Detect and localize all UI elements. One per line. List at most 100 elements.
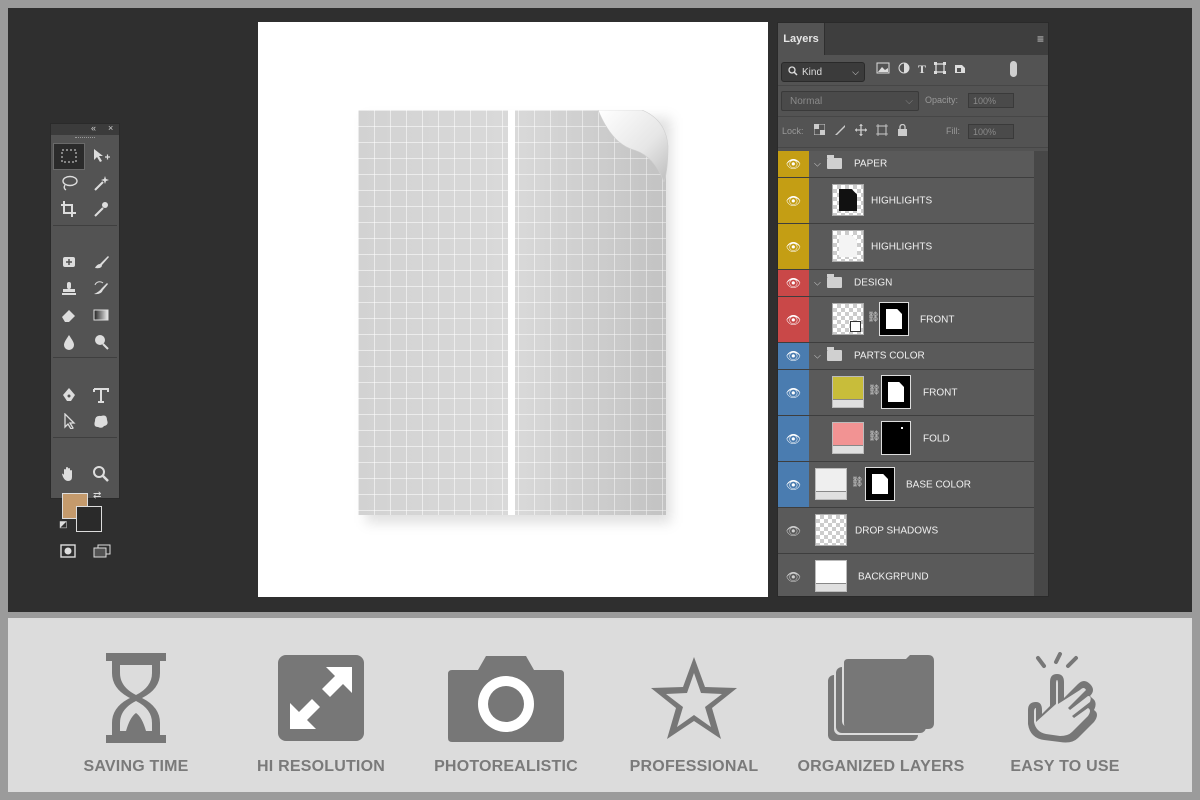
custom-shape-icon[interactable] [85, 408, 117, 435]
layers-panel: Layers ≡ Kind ⌵ T Normal ⌵ Opacity: 100% [777, 22, 1049, 597]
default-colors-icon[interactable]: ◩ [59, 519, 68, 530]
layer-group-paper[interactable]: 👁 ⌵ PAPER [778, 151, 1034, 178]
layer-highlights-light[interactable]: 👁 HIGHLIGHTS [778, 224, 1034, 270]
gradient-tool-icon[interactable] [85, 302, 117, 329]
chevron-down-icon[interactable]: ⌵ [814, 351, 821, 362]
link-icon[interactable]: ⛓ [851, 477, 864, 488]
visibility-eye-icon[interactable]: 👁 [778, 270, 809, 296]
lock-position-icon[interactable] [855, 124, 867, 139]
image-filter-icon[interactable] [876, 62, 890, 77]
layer-name: DESIGN [854, 277, 893, 289]
hand-icon [1028, 652, 1097, 743]
fill-field[interactable]: 100% [968, 124, 1014, 139]
layer-group-design[interactable]: 👁 ⌵ DESIGN [778, 270, 1034, 297]
layer-background[interactable]: 👁 BACKGRPUND [778, 554, 1034, 596]
type-tool-icon[interactable] [85, 382, 117, 409]
link-icon[interactable]: ⛓ [868, 431, 881, 442]
layers-tab[interactable]: Layers [778, 23, 825, 55]
layer-highlights-dark[interactable]: 👁 HIGHLIGHTS [778, 178, 1034, 224]
feature-easy-to-use: EASY TO USE [965, 652, 1165, 776]
document-canvas[interactable] [258, 22, 768, 597]
feature-photorealistic: PHOTOREALISTIC [406, 652, 606, 776]
layer-drop-shadows[interactable]: 👁 DROP SHADOWS [778, 508, 1034, 554]
layer-name: FRONT [923, 387, 958, 398]
type-filter-icon[interactable]: T [918, 62, 926, 77]
color-swatches: ⇄ ◩ [51, 490, 119, 538]
layer-front-color[interactable]: 👁 ⛓ FRONT [778, 370, 1034, 416]
lock-pixels-icon[interactable] [834, 124, 846, 139]
layer-mask-thumbnail[interactable] [881, 375, 911, 409]
marquee-tool-icon[interactable] [53, 143, 85, 170]
path-selection-icon[interactable] [53, 408, 85, 435]
visibility-eye-icon[interactable]: 👁 [778, 554, 809, 596]
shape-filter-icon[interactable] [934, 62, 947, 77]
hand-tool-icon[interactable] [53, 461, 85, 488]
eraser-tool-icon[interactable] [53, 302, 85, 329]
visibility-eye-icon[interactable]: 👁 [778, 508, 809, 553]
blend-mode-dropdown[interactable]: Normal ⌵ [781, 91, 919, 111]
chevron-down-icon[interactable]: ⌵ [814, 159, 821, 170]
kind-filter-label: Kind [802, 66, 823, 78]
link-icon[interactable]: ⛓ [868, 385, 881, 396]
dodge-tool-icon[interactable] [85, 329, 117, 356]
chevron-down-icon[interactable]: ⌵ [814, 278, 821, 289]
lock-transparent-icon[interactable] [813, 123, 826, 139]
visibility-eye-icon[interactable]: 👁 [778, 416, 809, 461]
feature-label: ORGANIZED LAYERS [797, 758, 965, 775]
tools-panel-titlebar[interactable]: « × [51, 123, 119, 135]
layer-name: PAPER [854, 158, 888, 170]
lock-all-icon[interactable] [897, 123, 908, 139]
move-tool-icon[interactable] [85, 143, 117, 170]
layer-base-color[interactable]: 👁 ⛓ BASE COLOR [778, 462, 1034, 508]
eyedropper-icon[interactable] [85, 196, 117, 223]
panel-menu-icon[interactable]: ≡ [1037, 32, 1044, 46]
layer-fold-color[interactable]: 👁 ⛓ FOLD [778, 416, 1034, 462]
zoom-tool-icon[interactable] [85, 461, 117, 488]
layer-name: HIGHLIGHTS [871, 195, 933, 206]
layer-front-smart-object[interactable]: 👁 ⛓ FRONT [778, 297, 1034, 343]
smart-object-filter-icon[interactable] [954, 62, 966, 77]
collapse-icon[interactable]: « [91, 123, 96, 133]
layer-mask-thumbnail[interactable] [865, 467, 895, 501]
layers-list: 👁 ⌵ PAPER 👁 HIGHLIGHTS 👁 HIGHLIGHTS 👁 ⌵ … [778, 151, 1034, 596]
brush-tool-icon[interactable] [85, 249, 117, 276]
visibility-eye-icon[interactable]: 👁 [778, 151, 809, 177]
lasso-tool-icon[interactable] [53, 170, 85, 197]
history-brush-icon[interactable] [85, 276, 117, 303]
visibility-eye-icon[interactable]: 👁 [778, 297, 809, 342]
opacity-field[interactable]: 100% [968, 93, 1014, 108]
background-color-swatch[interactable] [76, 505, 102, 532]
pen-tool-icon[interactable] [53, 382, 85, 409]
filter-toggle[interactable] [1010, 61, 1017, 77]
lock-artboard-icon[interactable] [876, 124, 888, 139]
layer-thumbnail [832, 303, 864, 335]
screen-mode-icon[interactable] [93, 544, 111, 561]
layer-thumbnail [815, 560, 847, 592]
blur-tool-icon[interactable] [53, 329, 85, 356]
swap-colors-icon[interactable]: ⇄ [93, 490, 101, 501]
close-icon[interactable]: × [108, 123, 113, 133]
layer-mask-thumbnail[interactable] [881, 421, 911, 455]
crop-tool-icon[interactable] [53, 196, 85, 223]
paper-fold-line [508, 110, 515, 515]
adjustment-filter-icon[interactable] [898, 62, 910, 77]
layer-thumbnail [832, 230, 864, 262]
layer-mask-thumbnail[interactable] [879, 302, 909, 336]
visibility-eye-icon[interactable]: 👁 [778, 224, 809, 269]
fill-value: 100% [973, 126, 997, 137]
link-icon[interactable]: ⛓ [867, 312, 880, 323]
visibility-eye-icon[interactable]: 👁 [778, 462, 809, 507]
layer-thumbnail [815, 468, 847, 500]
visibility-eye-icon[interactable]: 👁 [778, 178, 809, 223]
layer-group-parts-color[interactable]: 👁 ⌵ PARTS COLOR [778, 343, 1034, 370]
kind-filter-dropdown[interactable]: Kind ⌵ [781, 62, 865, 82]
layers-scrollbar[interactable] [1034, 151, 1048, 596]
search-icon [788, 65, 798, 79]
layers-icon [828, 655, 934, 741]
quick-mask-icon[interactable] [59, 543, 76, 561]
visibility-eye-icon[interactable]: 👁 [778, 343, 809, 369]
healing-brush-icon[interactable] [53, 249, 85, 276]
clone-stamp-icon[interactable] [53, 276, 85, 303]
magic-wand-icon[interactable] [85, 170, 117, 197]
visibility-eye-icon[interactable]: 👁 [778, 370, 809, 415]
